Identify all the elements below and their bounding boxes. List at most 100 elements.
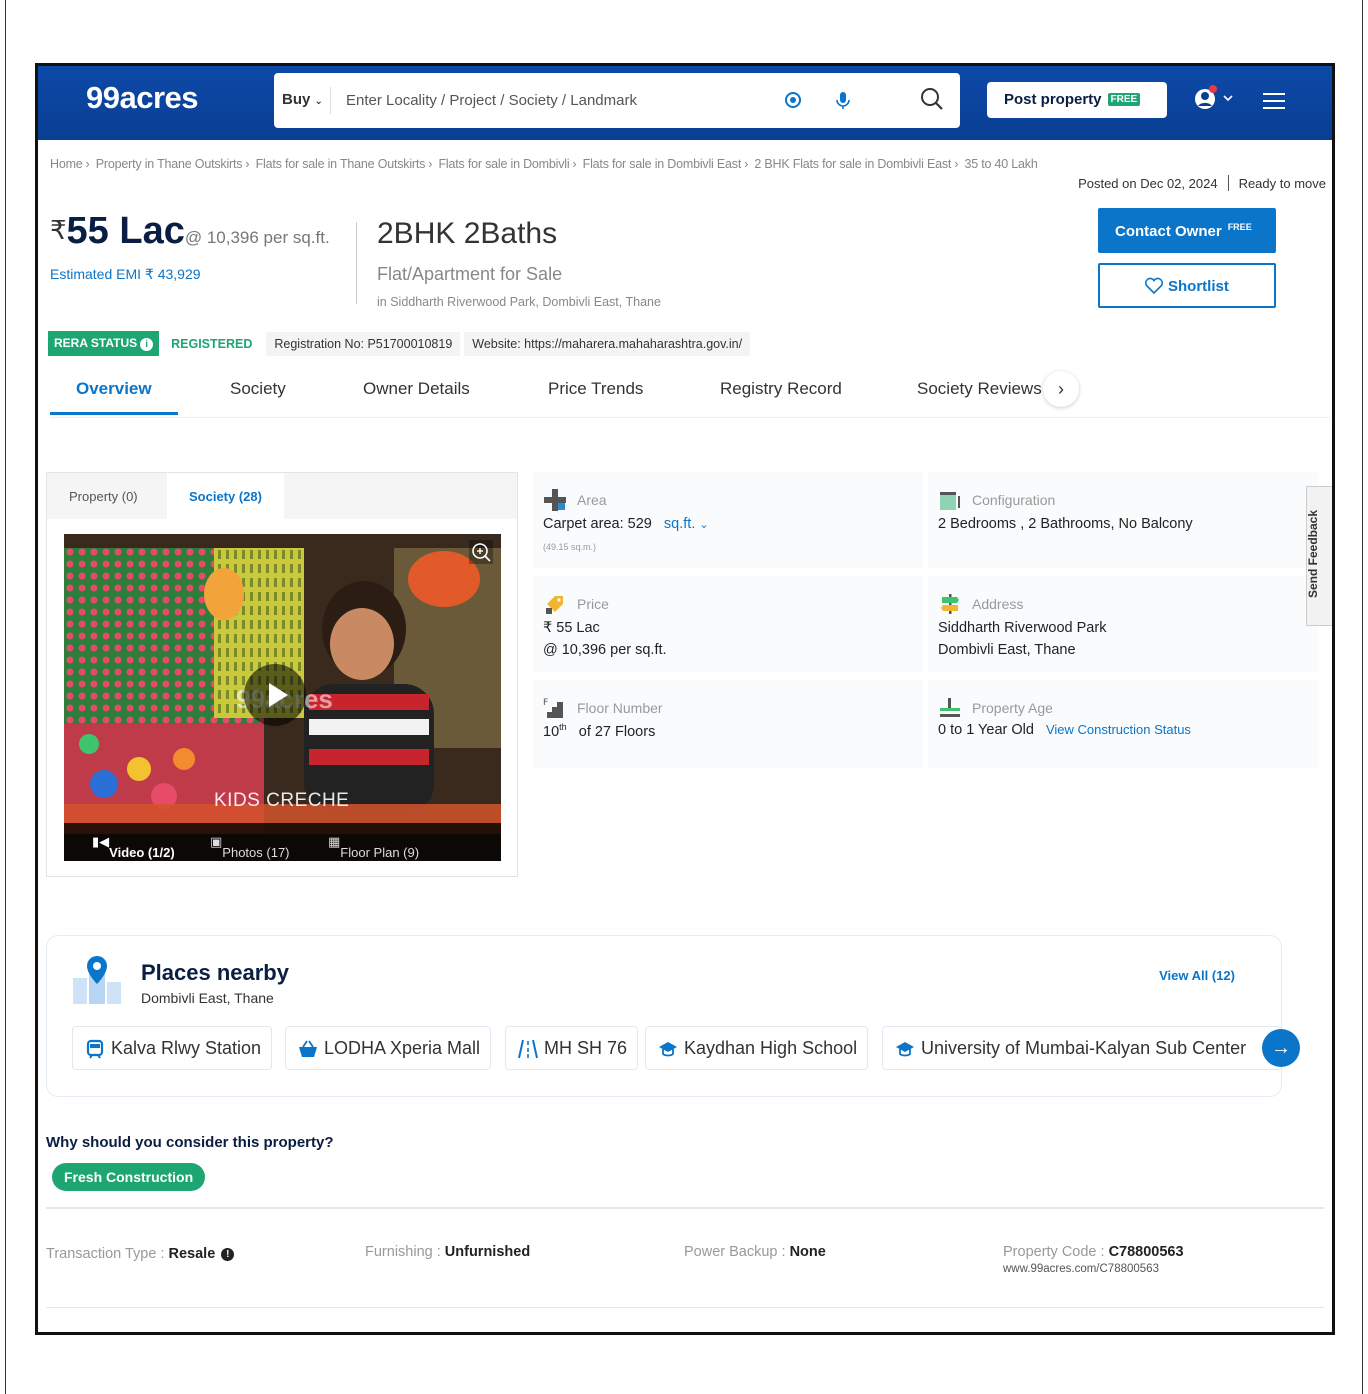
floor-label: Floor Number	[577, 700, 663, 716]
price-line-2: @ 10,396 per sq.ft.	[543, 642, 667, 658]
rera-status-label: RERA STATUS	[54, 336, 138, 350]
view-construction-status-link[interactable]: View Construction Status	[1046, 722, 1191, 737]
breadcrumb-item[interactable]: Flats for sale in Dombivli East	[583, 157, 742, 171]
rera-registered: REGISTERED	[171, 336, 253, 351]
breadcrumb-item[interactable]: Flats for sale in Thane Outskirts	[256, 157, 426, 171]
road-icon	[518, 1039, 538, 1059]
place-chip[interactable]: LODHA Xperia Mall	[285, 1026, 492, 1070]
rera-strip: RERA STATUS i REGISTERED Registration No: P…	[48, 331, 751, 357]
place-name: Kaydhan High School	[684, 1038, 858, 1058]
train-icon	[86, 1039, 104, 1059]
tab-overview[interactable]: Overview	[76, 379, 152, 399]
detail-address: Address Siddharth Riverwood Park Dombivl…	[928, 576, 1318, 672]
floor-value: 10th of 27 Floors	[543, 722, 655, 740]
photos-count-label: Photos (17)	[222, 845, 290, 860]
detail-price: Price ₹ 55 Lac @ 10,396 per sq.ft.	[533, 576, 923, 672]
area-sqm: (49.15 sq.m.)	[543, 542, 597, 552]
zoom-in-icon[interactable]	[469, 540, 493, 564]
area-unit-dropdown[interactable]: sq.ft. ⌄	[664, 516, 709, 532]
tab-owner-details[interactable]: Owner Details	[363, 379, 470, 399]
svg-text:F: F	[543, 698, 548, 708]
hamburger-menu-icon[interactable]	[1262, 92, 1286, 110]
tabs-next-arrow[interactable]: ›	[1043, 371, 1079, 407]
buy-dropdown[interactable]: Buy ⌄	[282, 91, 323, 108]
place-name: LODHA Xperia Mall	[324, 1038, 481, 1058]
tab-society-reviews[interactable]: Society Reviews	[917, 379, 1042, 399]
active-tab-indicator	[50, 412, 178, 415]
shortlist-button[interactable]: Shortlist	[1098, 263, 1276, 308]
detail-configuration: Configuration 2 Bedrooms , 2 Bathrooms, …	[928, 472, 1318, 568]
place-name: Kalva Rlwy Station	[111, 1038, 262, 1058]
place-chip[interactable]: University of Mumbai-Kalyan Sub Center	[882, 1026, 1282, 1070]
post-property-button[interactable]: Post property FREE	[987, 82, 1167, 118]
send-feedback-tab[interactable]: Send Feedback	[1306, 486, 1332, 626]
free-badge: FREE	[1107, 93, 1141, 106]
carpet-area: Carpet area: 529	[543, 516, 652, 532]
furnishing-label: Furnishing :	[365, 1244, 445, 1260]
search-icon[interactable]	[919, 86, 945, 112]
microphone-icon[interactable]	[832, 89, 854, 111]
estimated-emi-link[interactable]: Estimated EMI ₹ 43,929	[50, 266, 201, 283]
furnishing-value: Unfurnished	[444, 1244, 531, 1260]
area-icon	[544, 489, 566, 511]
price-per-sqft: @ 10,396 per sq.ft.	[184, 228, 330, 247]
breadcrumb-item[interactable]: 2 BHK Flats for sale in Dombivli East	[754, 157, 951, 171]
rera-status-badge[interactable]: RERA STATUS i	[48, 331, 160, 356]
contact-owner-button[interactable]: Contact Owner FREE	[1098, 208, 1276, 253]
video-player[interactable]: 99acres KIDS CRECHE ▮◀ Video (1/2) ▣ Pho…	[64, 534, 501, 861]
info-icon: i	[140, 338, 154, 351]
configuration-value: 2 Bedrooms , 2 Bathrooms, No Balcony	[938, 516, 1193, 532]
area-value: Carpet area: 529 sq.ft. ⌄	[543, 516, 709, 532]
transaction-type-value: Resale	[168, 1246, 216, 1262]
breadcrumb-item[interactable]: Home	[50, 157, 83, 171]
price-block: ₹55 Lac@ 10,396 per sq.ft.	[50, 210, 330, 253]
floor-plan-count-label: Floor Plan (9)	[340, 845, 420, 860]
breadcrumb-item[interactable]: Flats for sale in Dombivli	[438, 157, 569, 171]
search-input[interactable]	[346, 87, 766, 113]
floor-plan-count[interactable]: ▦ Floor Plan (9)	[328, 834, 419, 860]
user-account-icon[interactable]	[1193, 84, 1237, 114]
rera-website[interactable]: Website: https://maharera.mahaharashtra.…	[464, 331, 751, 356]
tab-society-media[interactable]: Society (28)	[167, 473, 284, 519]
property-code-value: C78800563	[1108, 1244, 1184, 1260]
location-target-icon[interactable]	[782, 89, 804, 111]
tab-society[interactable]: Society	[230, 379, 286, 399]
currency-symbol: ₹	[50, 215, 67, 245]
detail-property-age: Property Age 0 to 1 Year Old View Constru…	[928, 680, 1318, 768]
detail-floor: F Floor Number 10th of 27 Floors	[533, 680, 923, 768]
tab-price-trends[interactable]: Price Trends	[548, 379, 643, 399]
shortlist-label: Shortlist	[1168, 278, 1229, 295]
floor-stairs-icon: F	[543, 698, 563, 718]
places-title: Places nearby	[141, 960, 289, 985]
play-icon	[269, 683, 288, 707]
property-title: 2BHK 2Baths	[377, 217, 558, 250]
property-type: Flat/Apartment for Sale	[377, 264, 563, 284]
video-count-label: Video (1/2)	[109, 845, 175, 860]
breadcrumb-item[interactable]: 35 to 40 Lakh	[964, 157, 1037, 171]
tab-property-media[interactable]: Property (0)	[69, 489, 138, 504]
divider	[46, 1307, 1324, 1308]
property-url[interactable]: www.99acres.com/C78800563	[1003, 1263, 1159, 1275]
play-button[interactable]	[244, 664, 306, 726]
transaction-type: Transaction Type : Resale!	[46, 1246, 235, 1262]
info-icon[interactable]: !	[221, 1248, 235, 1261]
places-nearby: Places nearby Dombivli East, Thane View …	[46, 935, 1282, 1097]
total-floors: of 27 Floors	[578, 723, 656, 740]
breadcrumb-item[interactable]: Property in Thane Outskirts	[96, 157, 243, 171]
view-all-link[interactable]: View All (12)	[1159, 968, 1235, 983]
configuration-label: Configuration	[972, 492, 1056, 508]
property-code: Property Code : C78800563	[1003, 1244, 1184, 1260]
transaction-type-label: Transaction Type :	[46, 1246, 169, 1262]
video-count[interactable]: ▮◀ Video (1/2)	[92, 834, 175, 860]
furnishing: Furnishing : Unfurnished	[365, 1244, 530, 1260]
photos-count[interactable]: ▣ Photos (17)	[210, 834, 290, 860]
price-label: Price	[577, 596, 609, 612]
place-chip[interactable]: Kaydhan High School	[645, 1026, 869, 1070]
place-chip[interactable]: MH SH 76	[505, 1026, 639, 1070]
property-age-value: 0 to 1 Year Old View Construction Status	[938, 722, 1191, 738]
tab-registry-record[interactable]: Registry Record	[720, 379, 842, 399]
price-line-1: ₹ 55 Lac	[543, 620, 600, 636]
site-logo[interactable]: 99acres	[86, 80, 199, 116]
places-next-arrow[interactable]: →	[1262, 1029, 1300, 1067]
place-chip[interactable]: Kalva Rlwy Station	[72, 1026, 273, 1070]
